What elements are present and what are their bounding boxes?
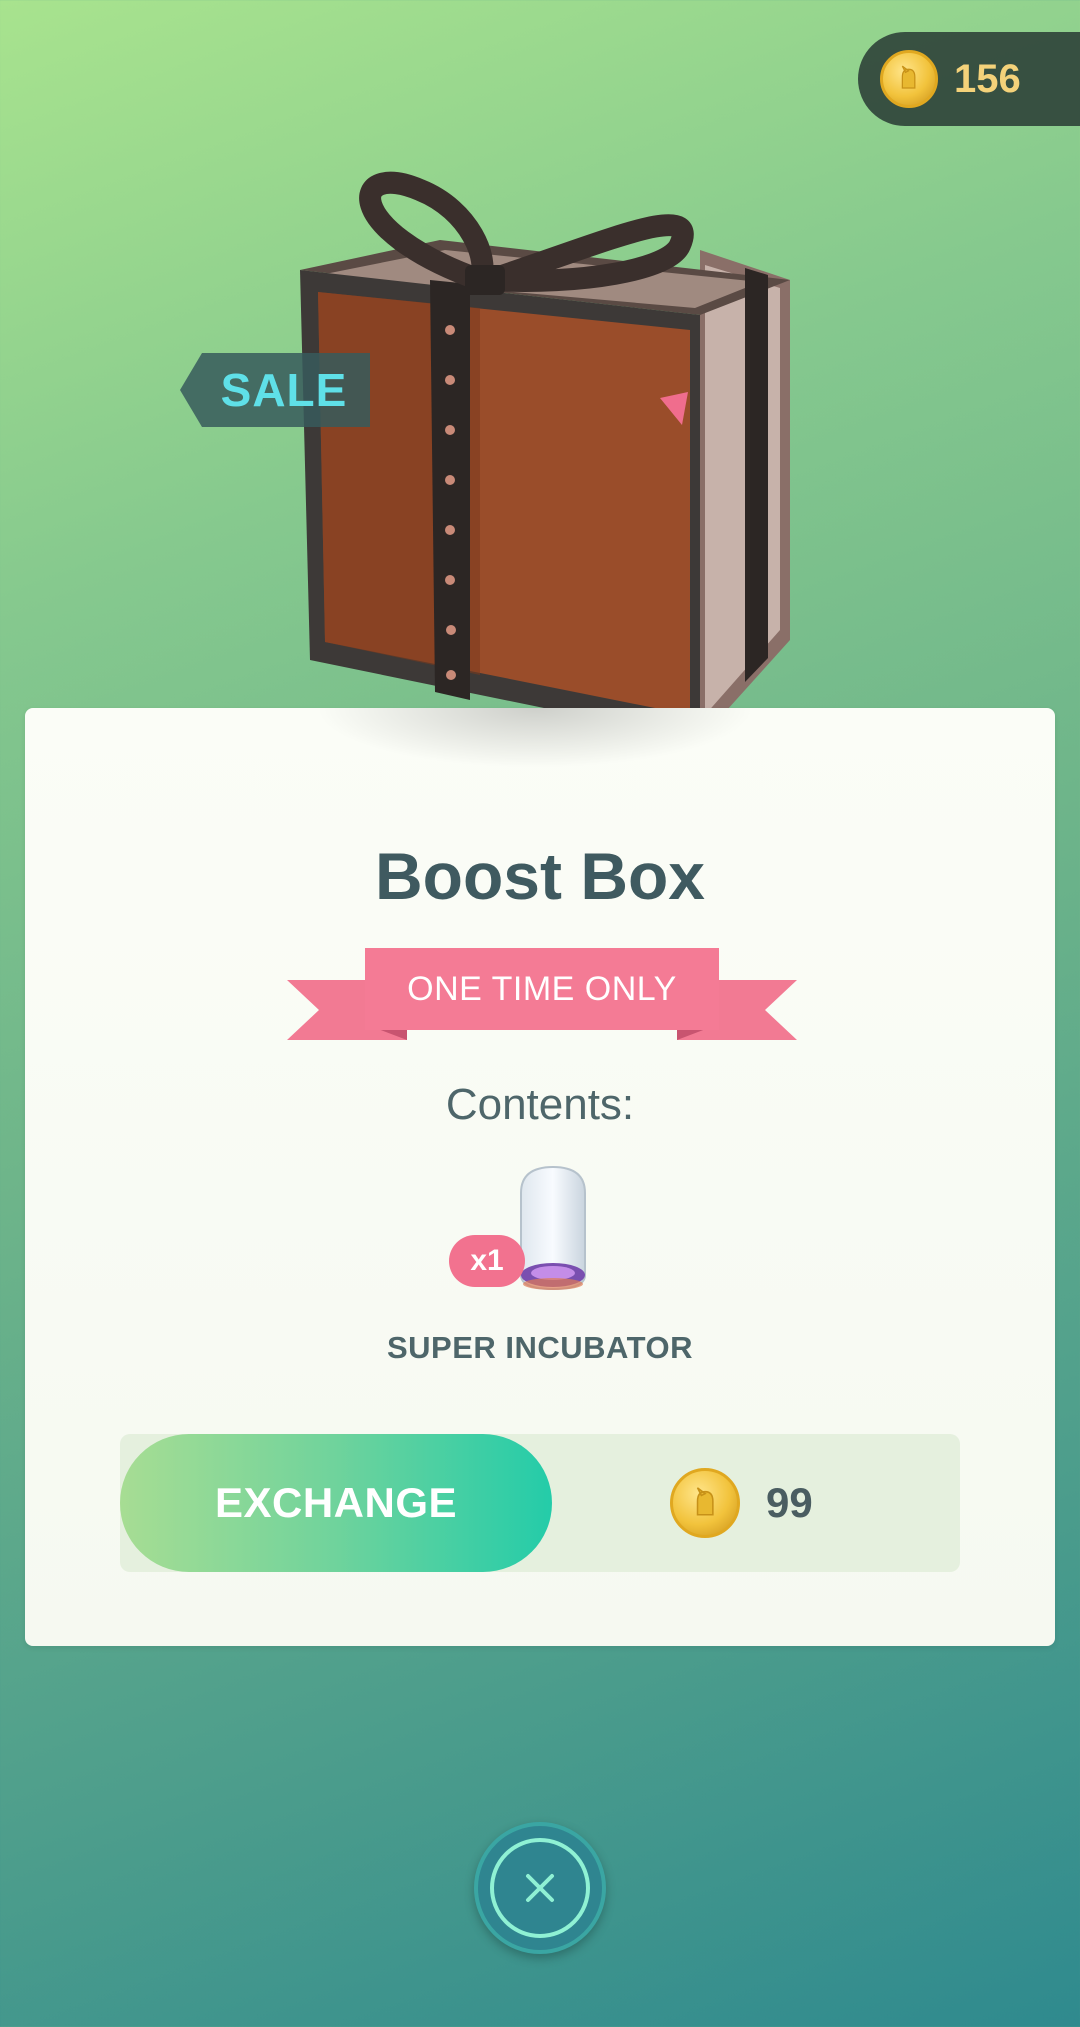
super-incubator-icon	[520, 1165, 586, 1291]
close-button[interactable]	[474, 1822, 606, 1954]
product-card: Boost Box ONE TIME ONLY Contents: x1 SUP…	[25, 708, 1055, 1646]
boost-box-image	[300, 171, 790, 740]
product-title: Boost Box	[375, 839, 705, 913]
coin-balance-amount: 156	[954, 56, 1021, 101]
item-name: SUPER INCUBATOR	[386, 1330, 694, 1365]
close-icon	[490, 1838, 590, 1938]
price: 99	[670, 1467, 813, 1539]
exchange-button[interactable]: EXCHANGE	[120, 1434, 552, 1572]
pokecoin-icon	[670, 1468, 740, 1538]
contents-label: Contents:	[445, 1080, 635, 1129]
price-amount: 99	[766, 1479, 813, 1526]
banner-label: ONE TIME ONLY	[365, 948, 719, 1030]
one-time-only-banner: ONE TIME ONLY	[287, 948, 797, 1048]
box-shadow	[315, 708, 755, 768]
sale-tag: SALE	[180, 353, 370, 427]
coin-balance[interactable]: 156	[858, 32, 1080, 126]
quantity-badge: x1	[449, 1235, 525, 1287]
pokecoin-icon	[880, 50, 938, 108]
exchange-bar: EXCHANGE 99	[120, 1434, 960, 1572]
